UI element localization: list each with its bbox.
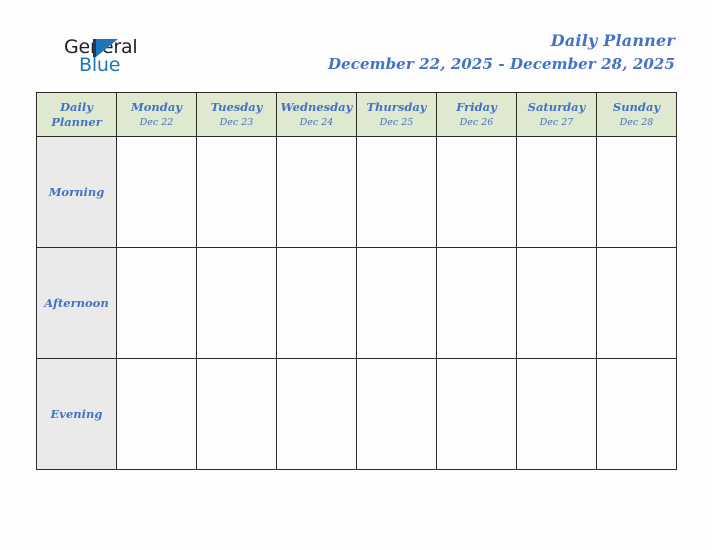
day-header-friday: Friday Dec 26 bbox=[436, 92, 517, 137]
slot-evening-sunday[interactable] bbox=[596, 358, 677, 470]
day-date-label: Dec 24 bbox=[299, 116, 334, 128]
planner-table: Daily Planner Monday Dec 22 Tuesday Dec … bbox=[36, 92, 677, 470]
slot-evening-saturday[interactable] bbox=[516, 358, 597, 470]
slot-morning-monday[interactable] bbox=[116, 136, 197, 248]
day-date-label: Dec 27 bbox=[539, 116, 574, 128]
general-blue-logo[interactable]: General Blue bbox=[64, 36, 184, 82]
logo-text-blue: Blue bbox=[79, 54, 121, 76]
title-block: Daily Planner December 22, 2025 - Decemb… bbox=[328, 31, 675, 75]
day-name-label: Monday bbox=[131, 99, 182, 114]
slot-afternoon-saturday[interactable] bbox=[516, 247, 597, 359]
table-row-afternoon: Afternoon bbox=[36, 247, 677, 359]
slot-evening-wednesday[interactable] bbox=[276, 358, 357, 470]
row-label-morning: Morning bbox=[36, 136, 117, 248]
date-range-subtitle: December 22, 2025 - December 28, 2025 bbox=[327, 55, 675, 73]
day-header-tuesday: Tuesday Dec 23 bbox=[196, 92, 277, 137]
slot-morning-thursday[interactable] bbox=[356, 136, 437, 248]
day-date-label: Dec 26 bbox=[459, 116, 494, 128]
corner-label-line2: Planner bbox=[51, 114, 102, 129]
slot-afternoon-thursday[interactable] bbox=[356, 247, 437, 359]
slot-evening-friday[interactable] bbox=[436, 358, 517, 470]
day-header-sunday: Sunday Dec 28 bbox=[596, 92, 677, 137]
day-name-label: Thursday bbox=[366, 99, 427, 114]
day-name-label: Tuesday bbox=[210, 99, 263, 114]
slot-afternoon-monday[interactable] bbox=[116, 247, 197, 359]
planner-header-row: Daily Planner Monday Dec 22 Tuesday Dec … bbox=[36, 92, 677, 137]
day-date-label: Dec 22 bbox=[139, 116, 174, 128]
table-corner-cell: Daily Planner bbox=[36, 92, 117, 137]
slot-evening-monday[interactable] bbox=[116, 358, 197, 470]
slot-afternoon-tuesday[interactable] bbox=[196, 247, 277, 359]
slot-afternoon-sunday[interactable] bbox=[596, 247, 677, 359]
slot-morning-friday[interactable] bbox=[436, 136, 517, 248]
day-name-label: Sunday bbox=[612, 99, 661, 114]
day-header-saturday: Saturday Dec 27 bbox=[516, 92, 597, 137]
day-date-label: Dec 23 bbox=[219, 116, 254, 128]
day-date-label: Dec 28 bbox=[619, 116, 654, 128]
table-row-evening: Evening bbox=[36, 358, 677, 470]
slot-afternoon-friday[interactable] bbox=[436, 247, 517, 359]
slot-morning-tuesday[interactable] bbox=[196, 136, 277, 248]
day-header-monday: Monday Dec 22 bbox=[116, 92, 197, 137]
table-row-morning: Morning bbox=[36, 136, 677, 248]
row-label-afternoon: Afternoon bbox=[36, 247, 117, 359]
daily-planner-page: General Blue Daily Planner December 22, … bbox=[0, 0, 712, 550]
day-header-wednesday: Wednesday Dec 24 bbox=[276, 92, 357, 137]
corner-label-line1: Daily bbox=[60, 99, 93, 114]
day-date-label: Dec 25 bbox=[379, 116, 414, 128]
slot-morning-saturday[interactable] bbox=[516, 136, 597, 248]
day-header-thursday: Thursday Dec 25 bbox=[356, 92, 437, 137]
slot-afternoon-wednesday[interactable] bbox=[276, 247, 357, 359]
slot-morning-wednesday[interactable] bbox=[276, 136, 357, 248]
slot-evening-thursday[interactable] bbox=[356, 358, 437, 470]
slot-morning-sunday[interactable] bbox=[596, 136, 677, 248]
slot-evening-tuesday[interactable] bbox=[196, 358, 277, 470]
day-name-label: Wednesday bbox=[280, 99, 353, 114]
day-name-label: Saturday bbox=[527, 99, 586, 114]
page-title: Daily Planner bbox=[550, 31, 675, 50]
day-name-label: Friday bbox=[456, 99, 497, 114]
row-label-evening: Evening bbox=[36, 358, 117, 470]
page-header: General Blue Daily Planner December 22, … bbox=[0, 0, 712, 92]
